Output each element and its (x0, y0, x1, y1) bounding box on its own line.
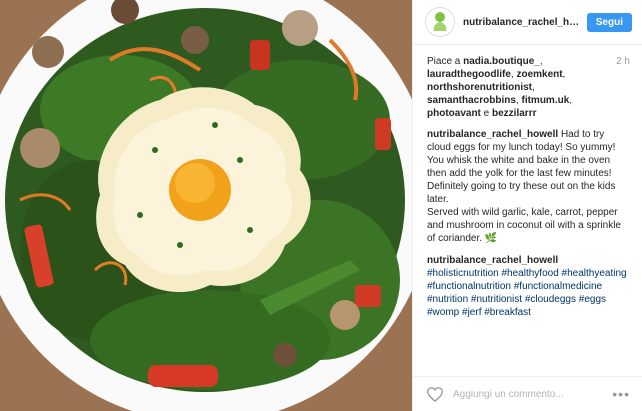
like-user-link[interactable]: fitmum.uk (521, 95, 569, 106)
nutribalance-logo-icon (433, 12, 447, 31)
like-user-link[interactable]: lauradthegoodlife (427, 69, 511, 80)
post-sidebar: nutribalance_rachel_ho... Segui Piace a … (412, 0, 642, 411)
heart-icon[interactable] (427, 386, 443, 402)
add-comment-input[interactable]: Aggiungi un commento... (453, 389, 612, 400)
post-footer: Aggiungi un commento... ••• (413, 376, 642, 411)
post-body: Piace a nadia.boutique_, lauradthegoodli… (413, 45, 642, 319)
likes-prefix: Piace a (427, 56, 461, 67)
more-options-icon[interactable]: ••• (612, 386, 630, 402)
caption-author-link[interactable]: nutribalance_rachel_howell (427, 129, 558, 140)
caption-text-2: Served with wild garlic, kale, carrot, p… (427, 207, 621, 244)
likes-conjunction: e (483, 108, 490, 119)
like-user-link[interactable]: samanthacrobbins (427, 95, 516, 106)
post-photo[interactable] (0, 0, 412, 411)
comment-author-link[interactable]: nutribalance_rachel_howell (427, 255, 558, 266)
like-user-link[interactable]: bezzilarrr (492, 108, 536, 119)
post-caption: nutribalance_rachel_howell Had to try cl… (427, 128, 630, 245)
like-user-link[interactable]: nadia.boutique_ (463, 56, 540, 67)
like-user-link[interactable]: northshorenutritionist (427, 82, 532, 93)
cloud-eggs-photo (0, 0, 412, 411)
like-user-link[interactable]: zoemkent (516, 69, 562, 80)
comment-hashtags[interactable]: #holisticnutrition #healthyfood #healthy… (427, 268, 627, 318)
caption-text: Had to try cloud eggs for my lunch today… (427, 129, 616, 205)
post-time[interactable]: 2 h (616, 55, 630, 68)
avatar[interactable] (425, 7, 455, 37)
instagram-post: nutribalance_rachel_ho... Segui Piace a … (0, 0, 642, 411)
post-username[interactable]: nutribalance_rachel_ho... (463, 17, 581, 28)
comment: nutribalance_rachel_howell #holisticnutr… (427, 254, 630, 319)
follow-button[interactable]: Segui (586, 12, 632, 32)
likes-summary: Piace a nadia.boutique_, lauradthegoodli… (427, 55, 630, 119)
post-header: nutribalance_rachel_ho... Segui (413, 0, 642, 45)
like-user-link[interactable]: photoavant (427, 108, 481, 119)
